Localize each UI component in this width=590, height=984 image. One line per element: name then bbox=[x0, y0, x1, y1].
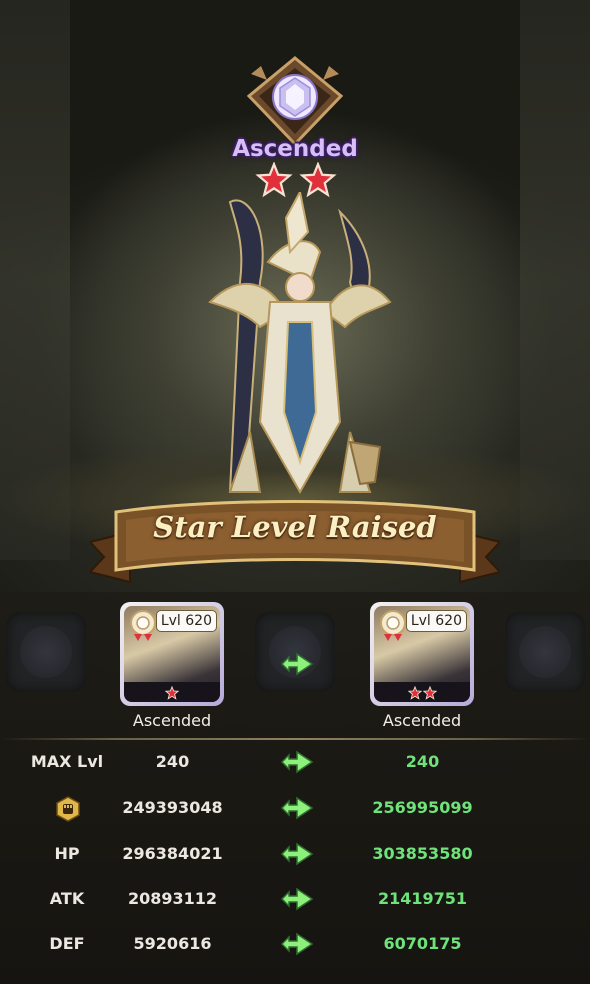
divider bbox=[0, 738, 590, 740]
stat-row-max-level: MAX Lvl 240 240 bbox=[0, 742, 590, 782]
hero-card-after[interactable]: Lvl 620 bbox=[370, 602, 474, 706]
hero-card-before[interactable]: Lvl 620 bbox=[120, 602, 224, 706]
title-banner bbox=[90, 500, 500, 584]
banner-title: Star Level Raised bbox=[153, 510, 437, 544]
rank-badge-icon bbox=[380, 610, 406, 641]
stat-row-atk: ATK 20893112 21419751 bbox=[0, 879, 590, 919]
hero-rank-after: Ascended bbox=[382, 711, 462, 730]
arrow-right-icon bbox=[280, 842, 314, 866]
stat-new-value: 21419751 bbox=[377, 889, 468, 908]
arrow-right-icon bbox=[280, 932, 314, 956]
stat-row-power: 249393048 256995099 bbox=[0, 788, 590, 828]
hero-stars bbox=[374, 686, 470, 700]
rank-badge-icon bbox=[130, 610, 156, 641]
stat-old-value: 249393048 bbox=[122, 798, 223, 817]
star-icon bbox=[422, 686, 437, 700]
hero-level-label: Lvl 620 bbox=[405, 610, 467, 632]
stat-row-def: DEF 5920616 6070175 bbox=[0, 924, 590, 964]
arrow-right-icon bbox=[280, 750, 314, 774]
stat-new-value: 303853580 bbox=[372, 844, 473, 863]
background-slot bbox=[505, 612, 585, 692]
background-slot bbox=[6, 612, 86, 692]
stat-new-value: 256995099 bbox=[372, 798, 473, 817]
power-fist-icon bbox=[56, 796, 80, 822]
stat-row-hp: HP 296384021 303853580 bbox=[0, 834, 590, 874]
hero-level-label: Lvl 620 bbox=[155, 610, 217, 632]
stat-old-value: 20893112 bbox=[127, 889, 218, 908]
hero-rank-before: Ascended bbox=[132, 711, 212, 730]
hero-stars bbox=[124, 686, 220, 700]
arrow-right-icon bbox=[280, 796, 314, 820]
star-icon bbox=[407, 686, 422, 700]
stat-new-value: 6070175 bbox=[383, 934, 462, 953]
rank-stars bbox=[255, 162, 337, 198]
rank-label: Ascended bbox=[232, 136, 358, 162]
hero-portrait bbox=[208, 192, 392, 495]
ascended-gem-icon bbox=[246, 56, 344, 146]
stat-old-value: 296384021 bbox=[122, 844, 223, 863]
stat-new-value: 240 bbox=[405, 752, 440, 771]
star-icon bbox=[165, 686, 179, 700]
arrow-right-icon bbox=[280, 652, 314, 676]
stat-old-value: 240 bbox=[155, 752, 190, 771]
stat-old-value: 5920616 bbox=[133, 934, 212, 953]
arrow-right-icon bbox=[280, 887, 314, 911]
